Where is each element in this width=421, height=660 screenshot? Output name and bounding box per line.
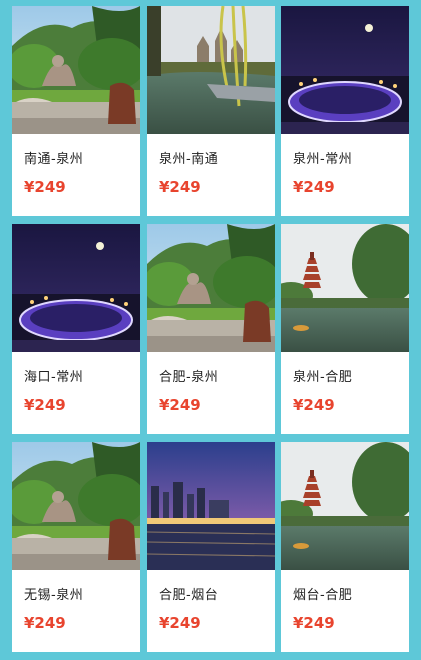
price-label: ¥249: [159, 396, 201, 414]
route-grid: 南通-泉州 ¥249 泉州-南通 ¥249 泉州-常州 ¥249 海口-常州 ¥…: [0, 0, 421, 660]
route-label: 无锡-泉州: [24, 588, 84, 603]
price-label: ¥249: [293, 614, 335, 632]
route-card[interactable]: 泉州-常州 ¥249: [281, 6, 409, 216]
price-label: ¥249: [24, 178, 66, 196]
route-label: 海口-常州: [24, 370, 84, 385]
route-label: 合肥-泉州: [159, 370, 219, 385]
route-label: 合肥-烟台: [159, 588, 219, 603]
destination-photo: [281, 224, 409, 352]
route-card[interactable]: 泉州-南通 ¥249: [147, 6, 275, 216]
route-card[interactable]: 泉州-合肥 ¥249: [281, 224, 409, 434]
route-card[interactable]: 无锡-泉州 ¥249: [12, 442, 140, 652]
route-card[interactable]: 烟台-合肥 ¥249: [281, 442, 409, 652]
destination-photo: [281, 442, 409, 570]
price-label: ¥249: [24, 396, 66, 414]
route-label: 泉州-常州: [293, 152, 353, 167]
route-label: 泉州-合肥: [293, 370, 353, 385]
destination-photo: [147, 6, 275, 134]
destination-photo: [12, 442, 140, 570]
route-card[interactable]: 合肥-烟台 ¥249: [147, 442, 275, 652]
destination-photo: [281, 6, 409, 134]
destination-photo: [12, 224, 140, 352]
price-label: ¥249: [159, 614, 201, 632]
route-label: 烟台-合肥: [293, 588, 353, 603]
route-card[interactable]: 南通-泉州 ¥249: [12, 6, 140, 216]
route-card[interactable]: 合肥-泉州 ¥249: [147, 224, 275, 434]
price-label: ¥249: [24, 614, 66, 632]
destination-photo: [147, 442, 275, 570]
route-label: 泉州-南通: [159, 152, 219, 167]
price-label: ¥249: [293, 178, 335, 196]
price-label: ¥249: [159, 178, 201, 196]
route-card[interactable]: 海口-常州 ¥249: [12, 224, 140, 434]
destination-photo: [12, 6, 140, 134]
destination-photo: [147, 224, 275, 352]
route-label: 南通-泉州: [24, 152, 84, 167]
price-label: ¥249: [293, 396, 335, 414]
